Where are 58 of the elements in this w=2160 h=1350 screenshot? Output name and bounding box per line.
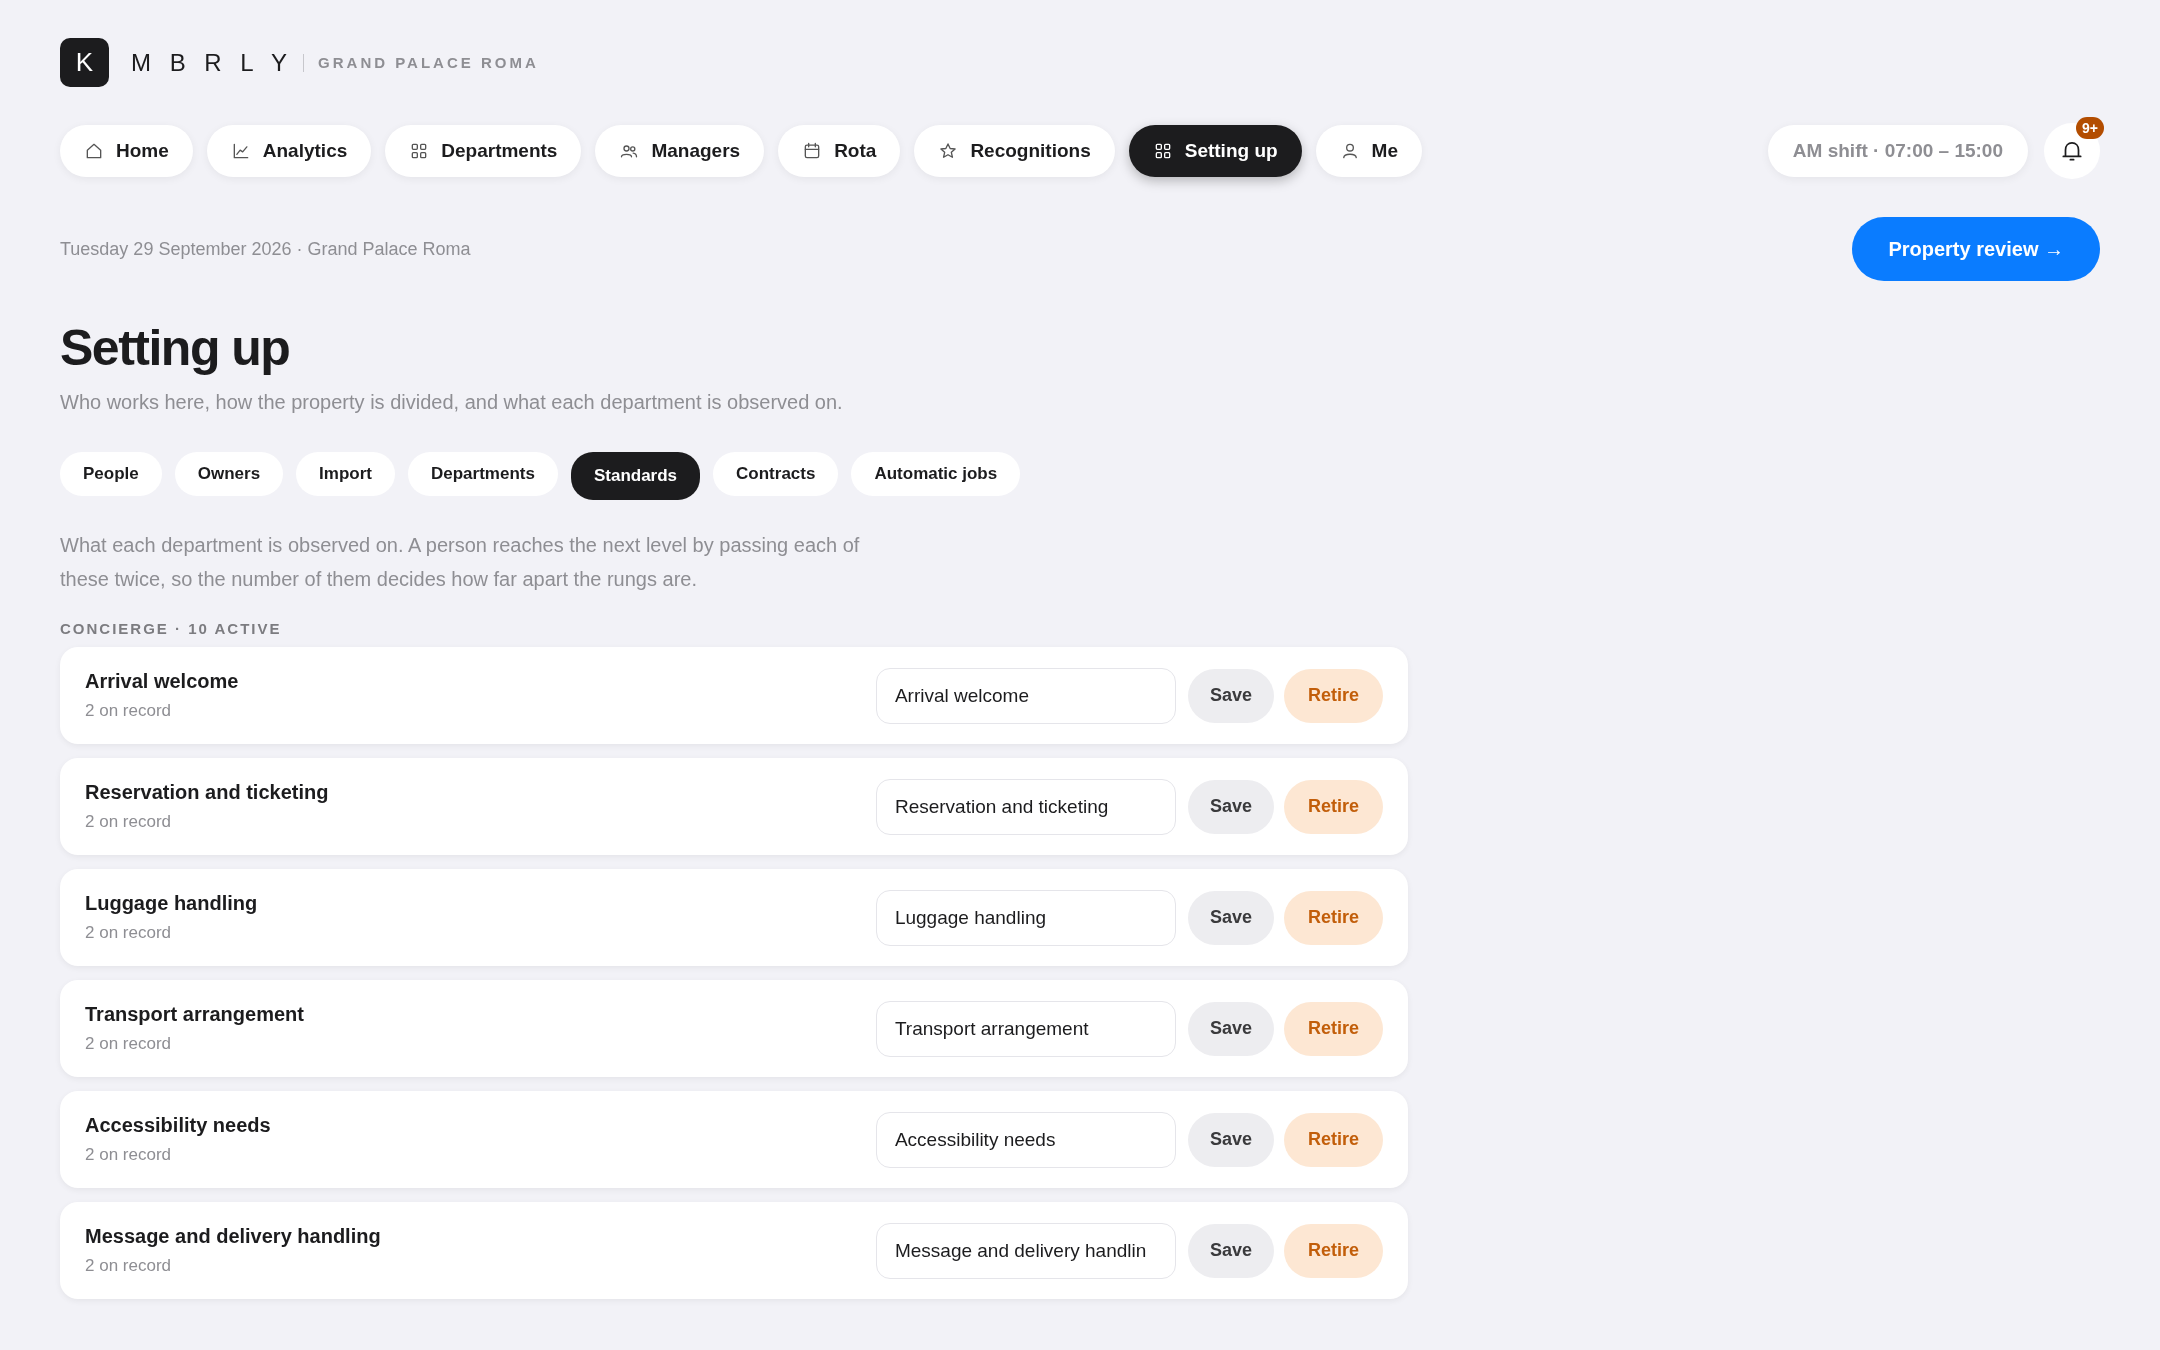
star-icon — [938, 141, 959, 161]
nav-tab[interactable]: Departments — [385, 125, 582, 177]
nav-tab[interactable]: Home — [60, 125, 193, 177]
name-field[interactable]: Transport arrangement — [875, 1000, 1176, 1057]
home-icon — [84, 141, 104, 161]
section-tab[interactable]: Contracts — [713, 452, 839, 496]
retire-button[interactable]: Retire — [1283, 1112, 1383, 1167]
save-button[interactable]: Save — [1187, 1001, 1274, 1056]
name-field[interactable]: Luggage handling — [875, 889, 1176, 946]
record-count: 2 on record — [85, 1034, 172, 1054]
nav-tab[interactable]: Recognitions — [914, 125, 1115, 177]
standard-name: Luggage handling — [85, 892, 259, 915]
date-line: Tuesday 29 September 2026 · Grand Palace Roma — [60, 238, 471, 260]
save-button[interactable]: Save — [1187, 779, 1274, 834]
standard-name: Reservation and ticketing — [85, 781, 330, 804]
record-count: 2 on record — [85, 923, 172, 943]
retire-button[interactable]: Retire — [1283, 890, 1383, 945]
save-button[interactable]: Save — [1187, 1112, 1274, 1167]
property-name: GRAND PALACE ROMA — [318, 54, 539, 71]
nav-tab[interactable]: Rota — [778, 125, 901, 177]
save-button[interactable]: Save — [1187, 1223, 1274, 1278]
section-tab[interactable]: Import — [296, 452, 395, 496]
section-tab[interactable]: Departments — [408, 452, 558, 496]
name-field[interactable]: Message and delivery handlin — [875, 1222, 1176, 1279]
standard-name: Transport arrangement — [85, 1003, 305, 1026]
property-review-button[interactable]: Property review → — [1852, 217, 2100, 281]
save-button[interactable]: Save — [1187, 890, 1274, 945]
nav-tab[interactable]: Managers — [595, 125, 765, 177]
retire-button[interactable]: Retire — [1283, 1223, 1383, 1278]
nav-tab[interactable]: Me — [1315, 125, 1422, 177]
notification-badge: 9+ — [2076, 117, 2104, 139]
logo-mark: K — [60, 38, 109, 87]
nav-tab[interactable]: Setting up — [1128, 125, 1302, 177]
brand-name: M B R L Y — [131, 48, 294, 77]
section-tab[interactable]: Standards — [570, 452, 701, 500]
section-tab[interactable]: People — [60, 452, 162, 496]
nav-tab[interactable]: Analytics — [206, 125, 372, 177]
section-tab[interactable]: Automatic jobs — [851, 452, 1021, 496]
description: What each department is observed on. A person reaches the next level by passing each of these twice, so the number of them decides how far apart the rungs are. — [60, 533, 861, 592]
name-field[interactable]: Accessibility needs — [875, 1111, 1176, 1168]
name-field[interactable]: Reservation and ticketing — [875, 778, 1176, 835]
section-label: CONCIERGE · 10 ACTIVE — [60, 620, 283, 637]
standard-name: Message and delivery handling — [85, 1225, 382, 1248]
record-count: 2 on record — [85, 1145, 172, 1165]
record-count: 2 on record — [85, 812, 172, 832]
retire-button[interactable]: Retire — [1283, 668, 1383, 723]
retire-button[interactable]: Retire — [1283, 779, 1383, 834]
shift-pill: AM shift · 07:00 – 15:00 — [1767, 125, 2028, 177]
page-subtitle: Who works here, how the property is divided, and what each department is observed on. — [60, 391, 844, 414]
name-field[interactable]: Arrival welcome — [875, 667, 1176, 724]
page-title: Setting up — [60, 319, 291, 377]
save-button[interactable]: Save — [1187, 668, 1274, 723]
record-count: 2 on record — [85, 701, 172, 721]
retire-button[interactable]: Retire — [1283, 1001, 1383, 1056]
section-tab[interactable]: Owners — [174, 452, 284, 496]
record-count: 2 on record — [85, 1256, 172, 1276]
standard-name: Arrival welcome — [85, 670, 240, 693]
standard-name: Accessibility needs — [85, 1114, 272, 1137]
